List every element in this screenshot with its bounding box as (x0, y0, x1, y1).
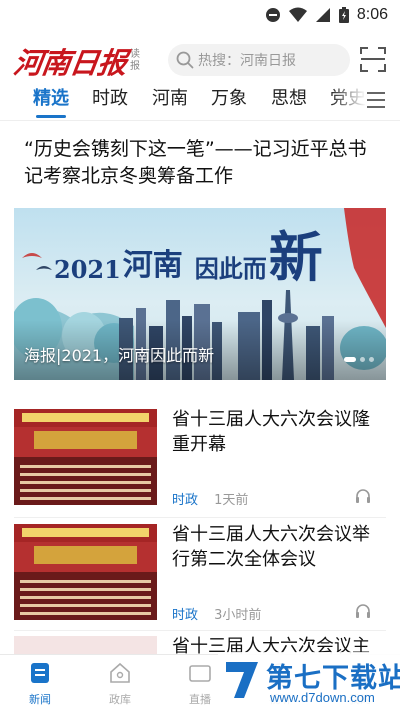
headphones-icon[interactable] (354, 602, 372, 620)
tab-panorama[interactable]: 万象 (211, 84, 247, 114)
active-tab-indicator (36, 115, 66, 118)
watermark-url: www.d7down.com (270, 690, 375, 705)
nav-gov[interactable]: 政库 (80, 655, 160, 710)
carousel-indicator (344, 357, 374, 362)
headphones-icon[interactable] (354, 487, 372, 505)
news-item[interactable]: 省十三届人大六次会议举行第二次全体会议 时政 3小时前 (14, 524, 386, 624)
status-bar: 8:06 (0, 0, 400, 30)
news-title: 省十三届人大六次会议举行第二次全体会议 (172, 524, 370, 570)
news-meta: 时政 1天前 (172, 489, 248, 508)
banner-art-title: 2021 河南 因此而 新 (54, 225, 323, 289)
wifi-icon (288, 7, 307, 22)
cell-signal-icon (315, 8, 330, 22)
tab-thought[interactable]: 思想 (271, 84, 307, 114)
scan-icon[interactable] (360, 46, 386, 72)
app-logo[interactable]: 河南日报 读 报 (11, 40, 141, 82)
clock: 8:06 (356, 6, 388, 23)
site-watermark: 第七下载站 www.d7down.com (218, 652, 400, 710)
logo-text: 河南日报 (11, 46, 129, 80)
home-icon (110, 662, 130, 683)
list-divider (14, 517, 386, 518)
news-icon (31, 663, 49, 683)
nav-label: 新闻 (29, 693, 51, 706)
news-category: 时政 (172, 608, 199, 623)
logo-subtext: 读 报 (130, 49, 141, 72)
category-tabs: 精选 时政 河南 万象 思想 党史 (0, 84, 400, 120)
news-thumbnail (14, 409, 157, 505)
battery-charging-icon (338, 7, 349, 23)
search-placeholder: 热搜：河南日报 (198, 53, 296, 69)
news-thumbnail (14, 636, 157, 656)
banner-caption: 海报|2021，河南因此而新 (24, 346, 215, 365)
top-headline[interactable]: “历史会镌刻下这一笔”——记习近平总书记考察北京冬奥筹备工作 (24, 136, 384, 190)
list-divider (14, 630, 386, 631)
nav-news[interactable]: 新闻 (0, 655, 80, 710)
news-time: 1天前 (214, 493, 249, 508)
live-icon (189, 665, 211, 682)
minus-circle-icon (265, 8, 280, 22)
search-bar[interactable]: 热搜：河南日报 (168, 44, 350, 76)
banner-carousel[interactable]: 2021 河南 因此而 新 海报|2021，河南因此而新 (14, 208, 386, 380)
news-item[interactable]: 省十三届人大六次会议隆重开幕 时政 1天前 (14, 409, 386, 509)
tab-henan[interactable]: 河南 (152, 84, 188, 114)
news-time: 3小时前 (214, 608, 262, 623)
tab-politics[interactable]: 时政 (92, 84, 128, 114)
tab-featured[interactable]: 精选 (33, 84, 69, 114)
news-category: 时政 (172, 493, 199, 508)
tab-party-history[interactable]: 党史 (330, 84, 366, 114)
news-thumbnail (14, 524, 157, 620)
header-divider (0, 120, 400, 121)
search-icon (176, 51, 194, 69)
news-title: 省十三届人大六次会议隆重开幕 (172, 409, 370, 455)
news-meta: 时政 3小时前 (172, 604, 261, 623)
watermark-logo (226, 662, 258, 698)
tab-menu-icon[interactable] (367, 92, 385, 108)
nav-label: 政库 (109, 693, 131, 706)
app-header: 河南日报 读 报 热搜：河南日报 (0, 38, 400, 82)
